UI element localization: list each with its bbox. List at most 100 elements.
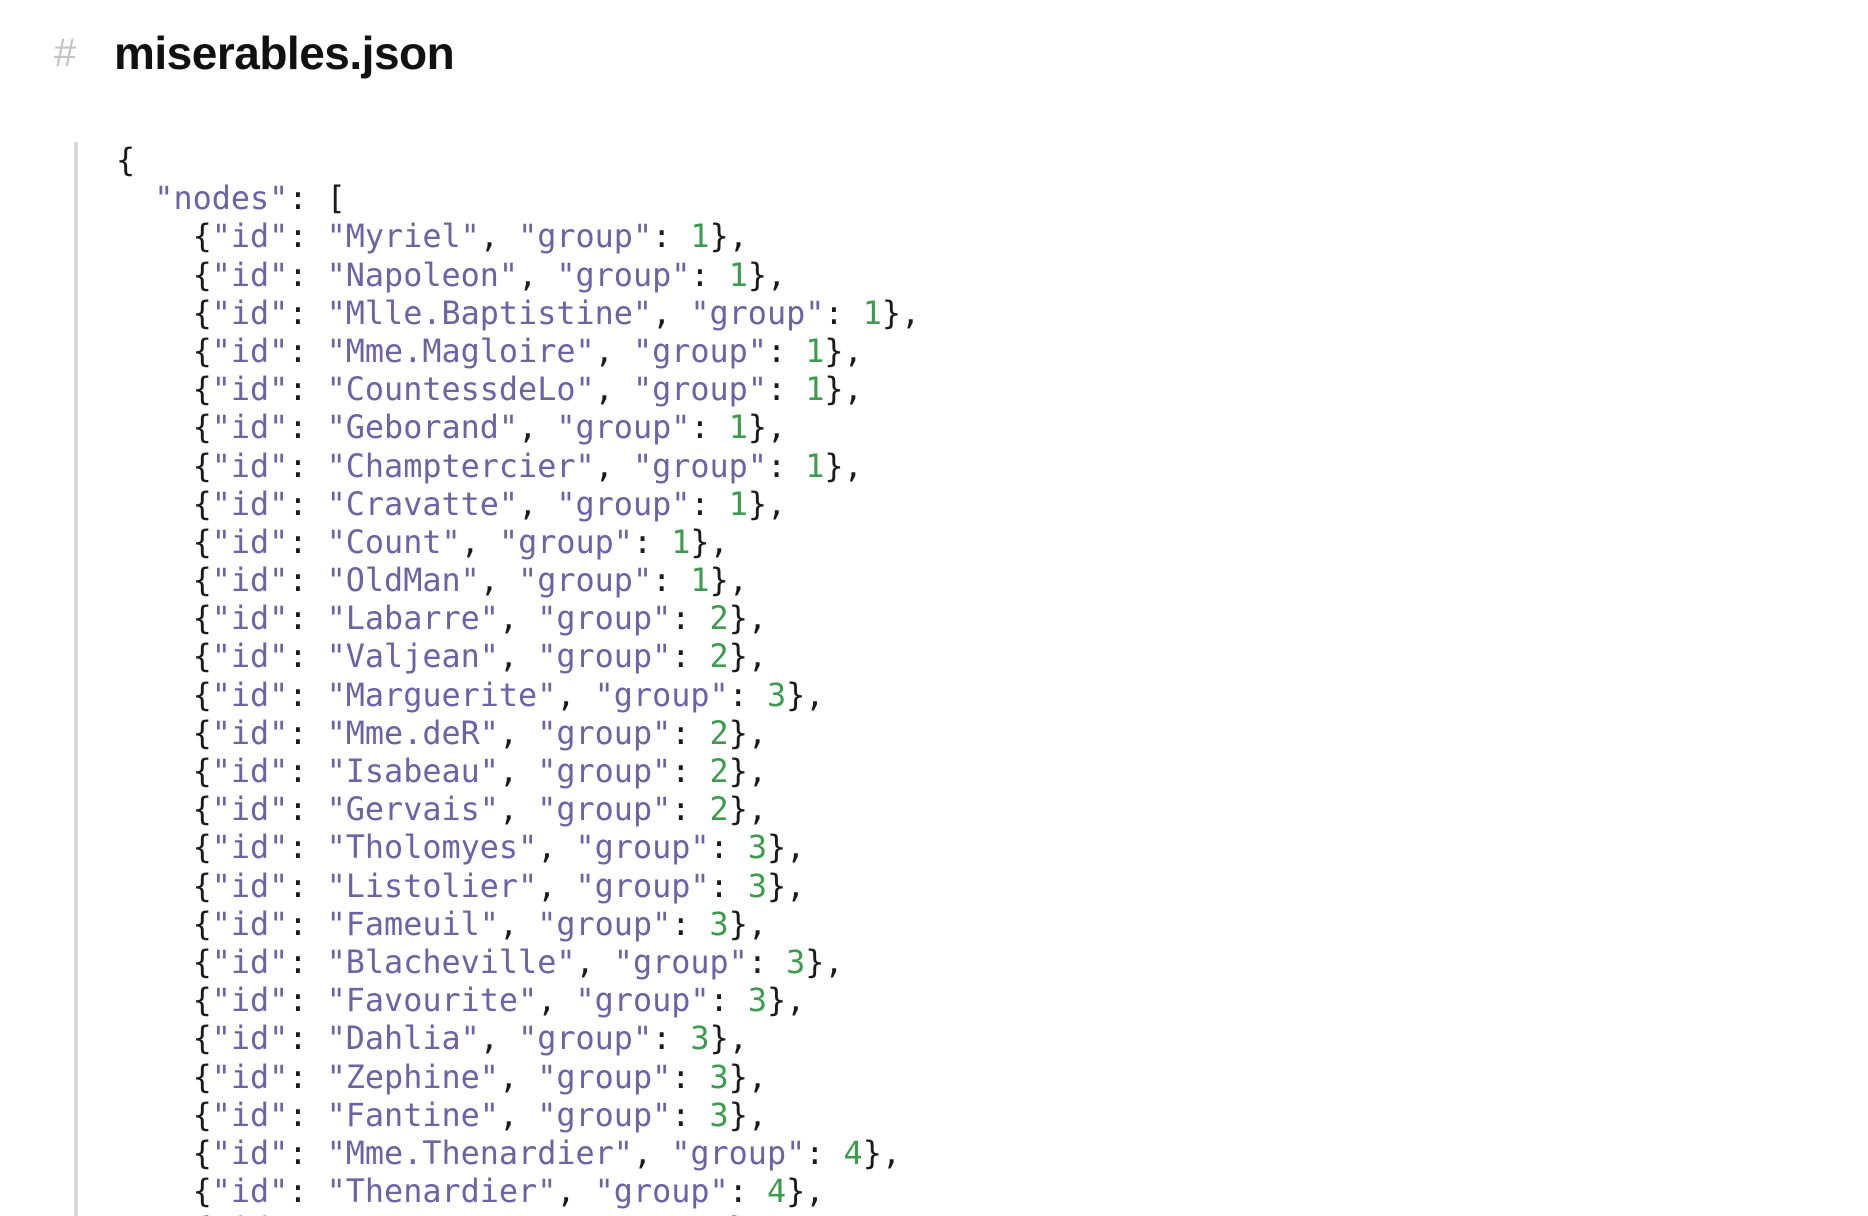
id-value: "Dahlia"	[326, 1020, 480, 1058]
id-value-text: Listolier	[345, 867, 519, 905]
comma: ,	[594, 332, 633, 370]
colon: :	[288, 638, 327, 676]
id-key: "id"	[212, 1211, 289, 1216]
id-value-text: Mme.Thenardier	[345, 1134, 614, 1172]
id-value-text: Gervais	[345, 791, 480, 829]
group-key: "group"	[537, 1096, 672, 1134]
id-value: "Labarre"	[326, 600, 499, 638]
group-value: 2	[709, 600, 729, 638]
colon: :	[288, 562, 327, 600]
group-value: 3	[747, 829, 767, 867]
group-value: 1	[671, 523, 691, 561]
entry-close: },	[709, 562, 748, 600]
id-value: "OldMan"	[326, 562, 480, 600]
id-value-text: Myriel	[345, 218, 461, 256]
entry-close: },	[747, 256, 787, 294]
comma: ,	[652, 294, 691, 332]
id-value-text: OldMan	[345, 562, 461, 600]
id-value: "Gervais"	[326, 791, 499, 829]
code-line-node: {"id": "Napoleon", "group": 1},	[116, 257, 920, 295]
colon: :	[766, 447, 806, 485]
colon: :	[709, 829, 748, 867]
code-line-node: {"id": "Thenardier", "group": 4},	[116, 1173, 920, 1211]
code-block: { "nodes": [ {"id": "Myriel", "group": 1…	[74, 142, 1778, 1216]
group-key: "group"	[594, 1173, 729, 1211]
group-value: 4	[766, 1173, 787, 1211]
entry-open-brace: {	[192, 447, 212, 485]
entry-close: },	[862, 1134, 901, 1172]
group-key: "group"	[498, 523, 633, 561]
code-line-nodes-key: "nodes": [	[116, 180, 920, 218]
id-value-text: Champtercier	[345, 447, 576, 485]
colon: :	[288, 1134, 327, 1172]
code-line-node: {"id": "Listolier", "group": 3},	[116, 868, 920, 906]
group-key: "group"	[556, 256, 691, 294]
entry-close: },	[728, 638, 767, 676]
id-key: "id"	[211, 562, 289, 600]
colon: :	[824, 294, 863, 332]
code-line-node: {"id": "Blacheville", "group": 3},	[116, 944, 920, 982]
group-key: "group"	[537, 1058, 672, 1096]
node-lines: {"id": "Myriel", "group": 1}, {"id": "Na…	[116, 218, 921, 1216]
colon: :	[805, 1134, 844, 1172]
colon: :	[671, 791, 710, 829]
id-value: "Napoleon"	[326, 256, 519, 294]
entry-open-brace: {	[192, 943, 212, 981]
id-key: "id"	[211, 1173, 289, 1211]
id-value: "Mme.Magloire"	[326, 332, 595, 370]
nodes-open-bracket: : [	[288, 180, 346, 218]
colon: :	[709, 867, 748, 905]
id-key: "id"	[211, 753, 289, 790]
colon: :	[288, 867, 327, 905]
entry-open-brace: {	[193, 1211, 212, 1216]
id-value: "Favourite"	[326, 982, 538, 1020]
group-value: 1	[805, 332, 825, 370]
comma: ,	[498, 1058, 538, 1096]
id-value-text: Mlle.Baptistine	[345, 294, 633, 332]
group-key: "group"	[556, 409, 691, 447]
colon: :	[288, 1096, 327, 1134]
id-key: "id"	[211, 371, 289, 409]
entry-open-brace: {	[192, 1058, 212, 1096]
entry-open-brace: {	[192, 791, 212, 829]
id-value-text: Dahlia	[345, 1020, 461, 1058]
id-value: "Count"	[326, 523, 461, 561]
id-key: "id"	[211, 332, 289, 370]
group-value: 3	[747, 982, 767, 1020]
id-value: "Isabeau"	[326, 753, 499, 790]
colon: :	[288, 1173, 327, 1211]
id-value: "Fantine"	[326, 1096, 499, 1134]
colon: :	[288, 600, 327, 638]
entry-open-brace: {	[192, 294, 212, 332]
code-line-node: {"id": "Myriel", "group": 1},	[116, 218, 920, 256]
colon: :	[652, 218, 691, 256]
code-line-node: {"id": "Dahlia", "group": 3},	[116, 1020, 920, 1058]
colon: :	[288, 1211, 326, 1216]
group-value: 1	[728, 409, 748, 447]
id-key: "id"	[211, 714, 289, 752]
entry-open-brace: {	[192, 982, 212, 1020]
id-key: "id"	[211, 485, 289, 523]
page: # miserables.json { "nodes": [ {"id": "M…	[0, 0, 1868, 1216]
page-title: miserables.json	[114, 27, 455, 79]
id-key: "id"	[211, 943, 289, 981]
group-key: "group"	[575, 829, 710, 867]
colon: :	[288, 676, 327, 714]
code-line-node: {"id": "Mlle.Baptistine", "group": 1},	[116, 294, 921, 333]
id-value: "CountessdeLo"	[326, 371, 595, 409]
comma: ,	[594, 371, 633, 409]
code-line-node: {"id": "Champtercier", "group": 1},	[116, 448, 920, 486]
id-value: "Cravatte"	[326, 485, 519, 523]
id-value-text: Mme.Magloire	[345, 332, 576, 370]
comma: ,	[632, 1134, 672, 1172]
comma: ,	[479, 1020, 519, 1058]
colon: :	[728, 676, 767, 714]
colon: :	[288, 218, 327, 256]
colon: :	[288, 829, 327, 867]
comma: ,	[575, 943, 614, 981]
group-value: 2	[709, 638, 729, 676]
group-key: "group"	[537, 791, 672, 829]
id-value: "Blacheville"	[326, 943, 576, 981]
heading-anchor-link[interactable]: #	[54, 31, 114, 76]
id-value-text: Cosette	[346, 1211, 480, 1216]
